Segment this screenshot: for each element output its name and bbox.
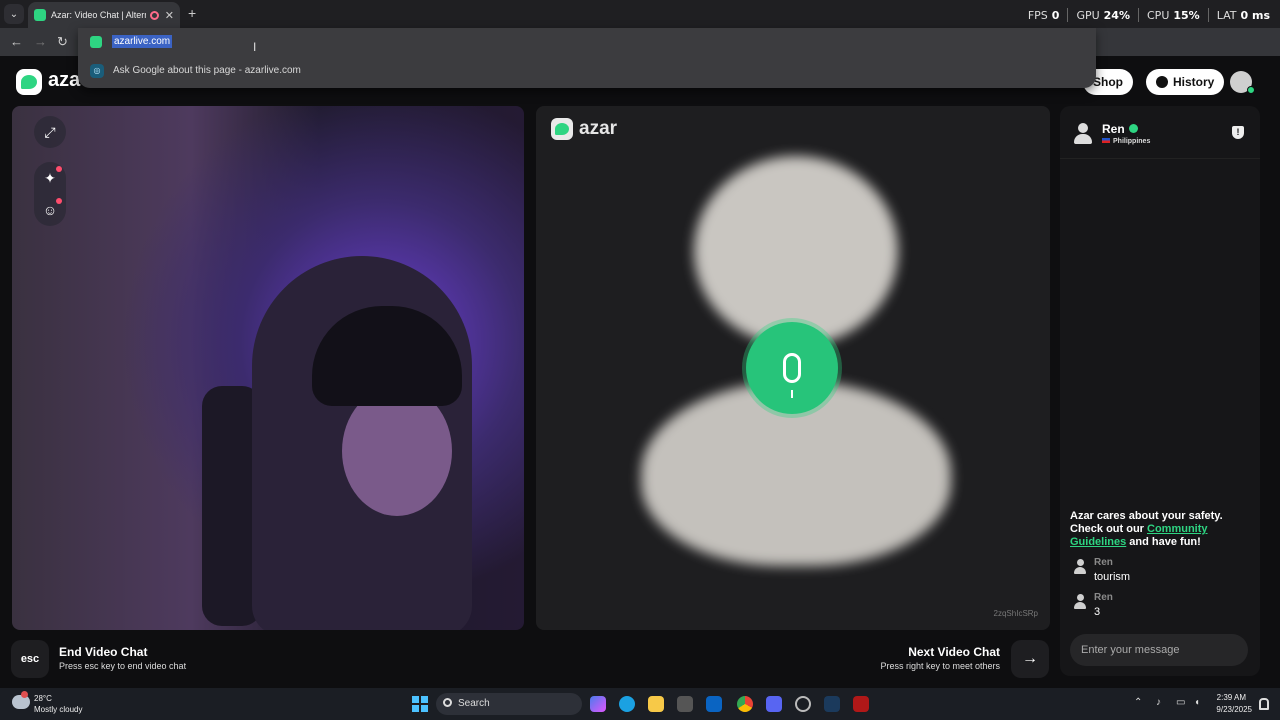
latency-readout: LAT 0 ms xyxy=(1216,9,1270,22)
self-video: ⤢ ✦ ☺ xyxy=(12,106,524,630)
divider xyxy=(1067,8,1069,22)
chatgpt-icon[interactable] xyxy=(795,696,811,712)
gpu-readout: GPU 24% xyxy=(1076,9,1130,22)
peer-avatar-icon xyxy=(1074,123,1092,145)
tab-title: Azar: Video Chat | Alternati xyxy=(51,10,146,20)
file-explorer-icon[interactable] xyxy=(648,696,664,712)
weather-condition: Mostly cloudy xyxy=(34,705,83,714)
close-tab-icon[interactable]: ✕ xyxy=(165,9,174,22)
forward-icon[interactable]: → xyxy=(34,34,47,49)
azar-logo-icon[interactable] xyxy=(16,69,42,95)
clock-date[interactable]: 9/23/2025 xyxy=(1216,705,1252,714)
face-icon[interactable]: ☺ xyxy=(34,194,66,226)
azar-favicon-icon xyxy=(34,9,46,21)
peer-country: Philippines xyxy=(1102,138,1150,145)
safety-notice: Azar cares about your safety. Check out … xyxy=(1070,510,1223,548)
clock-icon xyxy=(1156,76,1168,88)
new-tab-button[interactable]: + xyxy=(188,5,196,21)
discord-icon[interactable] xyxy=(766,696,782,712)
edge-icon[interactable] xyxy=(619,696,635,712)
blurred-head-placeholder xyxy=(694,156,898,346)
message-author: Ren xyxy=(1094,592,1113,603)
azar-logo-icon xyxy=(551,118,573,140)
shop-label: Shop xyxy=(1093,75,1123,89)
back-icon[interactable]: ← xyxy=(10,34,23,49)
google-lens-icon: ◎ xyxy=(90,64,104,78)
divider xyxy=(1138,8,1139,22)
omnibox-suggestion[interactable]: Ask Google about this page - azarlive.co… xyxy=(113,65,301,76)
history-label: History xyxy=(1173,75,1215,89)
user-icon xyxy=(1074,559,1086,575)
network-icon[interactable]: ▭ xyxy=(1176,697,1185,708)
mic-tray-icon[interactable]: ♪ xyxy=(1156,697,1161,708)
notification-dot xyxy=(56,166,62,172)
end-chat-hint: Press esc key to end video chat xyxy=(59,661,187,671)
peer-name: Ren xyxy=(1102,122,1125,136)
text-cursor-icon: I xyxy=(253,40,257,54)
message-text: tourism xyxy=(1094,571,1131,583)
recording-icon xyxy=(149,10,159,20)
report-icon[interactable]: ! xyxy=(1232,126,1244,139)
store-icon[interactable] xyxy=(677,696,693,712)
performance-overlay: FPS 0 GPU 24% CPU 15% LAT 0 ms xyxy=(1027,8,1270,22)
search-icon xyxy=(443,698,452,707)
weather-temp: 28°C xyxy=(34,694,52,703)
message-text: 3 xyxy=(1094,606,1101,618)
address-input[interactable]: azarlive.com xyxy=(112,35,173,48)
copilot-icon[interactable] xyxy=(590,696,606,712)
cpu-readout: CPU 15% xyxy=(1147,9,1200,22)
history-button[interactable]: History xyxy=(1146,69,1225,95)
azar-logo-text: aza xyxy=(48,69,81,91)
verified-badge-icon xyxy=(1129,124,1138,133)
browser-tab-bar: ⌄ Azar: Video Chat | Alternati ✕ + FPS0 … xyxy=(0,0,1280,28)
outlook-icon[interactable] xyxy=(706,696,722,712)
end-chat-title: End Video Chat xyxy=(59,645,148,659)
online-status-dot xyxy=(1247,86,1255,94)
chevron-up-icon[interactable]: ⌃ xyxy=(1134,697,1142,708)
fps-readout: FPS 0 xyxy=(1027,9,1060,22)
message-author: Ren xyxy=(1094,557,1113,568)
flag-icon xyxy=(1102,138,1110,143)
browser-tab[interactable]: Azar: Video Chat | Alternati ✕ xyxy=(28,2,180,28)
chat-message: Ren 3 xyxy=(1074,592,1244,622)
windows-taskbar: 28°C Mostly cloudy Search ⌃ ♪ ▭ ◖ 2:39 A… xyxy=(0,688,1280,720)
remote-logo: azar xyxy=(551,118,617,140)
tab-search-button[interactable]: ⌄ xyxy=(4,4,24,24)
next-chat-title: Next Video Chat xyxy=(908,645,1000,659)
remote-logo-text: azar xyxy=(579,118,618,139)
taskbar-search[interactable]: Search xyxy=(436,693,582,715)
sparkle-icon[interactable]: ✦ xyxy=(34,162,66,194)
notification-bell-icon[interactable] xyxy=(1259,698,1269,710)
chrome-icon[interactable] xyxy=(737,696,753,712)
user-icon xyxy=(1074,594,1086,610)
chat-message: Ren tourism xyxy=(1074,557,1244,587)
next-chat-hint: Press right key to meet others xyxy=(880,661,1000,671)
azar-favicon-icon xyxy=(90,36,102,48)
fullscreen-icon[interactable]: ⤢ xyxy=(34,116,66,148)
weather-icon[interactable] xyxy=(12,691,30,709)
steam-icon[interactable] xyxy=(824,696,840,712)
message-input[interactable] xyxy=(1070,634,1248,666)
volume-icon[interactable]: ◖ xyxy=(1194,697,1200,708)
reload-icon[interactable]: ↻ xyxy=(57,34,68,50)
clock-time[interactable]: 2:39 AM xyxy=(1217,693,1246,702)
fullscreen-tool: ⤢ xyxy=(34,116,66,148)
effects-toolbar: ✦ ☺ xyxy=(34,162,66,226)
divider xyxy=(1060,158,1260,159)
notification-dot xyxy=(56,198,62,204)
end-chat-button[interactable]: esc xyxy=(11,640,49,678)
remote-video: azar 2zqShIcSRp xyxy=(536,106,1050,630)
app-icon[interactable] xyxy=(853,696,869,712)
address-bar-dropdown: azarlive.com I ◎ Ask Google about this p… xyxy=(78,28,1096,88)
mic-glyph xyxy=(783,353,801,398)
mic-icon[interactable] xyxy=(746,322,838,414)
windows-start-icon[interactable] xyxy=(412,696,428,712)
chat-panel: Ren Philippines ! Azar cares about your … xyxy=(1060,106,1260,676)
session-id: 2zqShIcSRp xyxy=(993,609,1038,618)
arrow-right-icon[interactable]: → xyxy=(1011,640,1049,678)
divider xyxy=(1207,8,1209,22)
